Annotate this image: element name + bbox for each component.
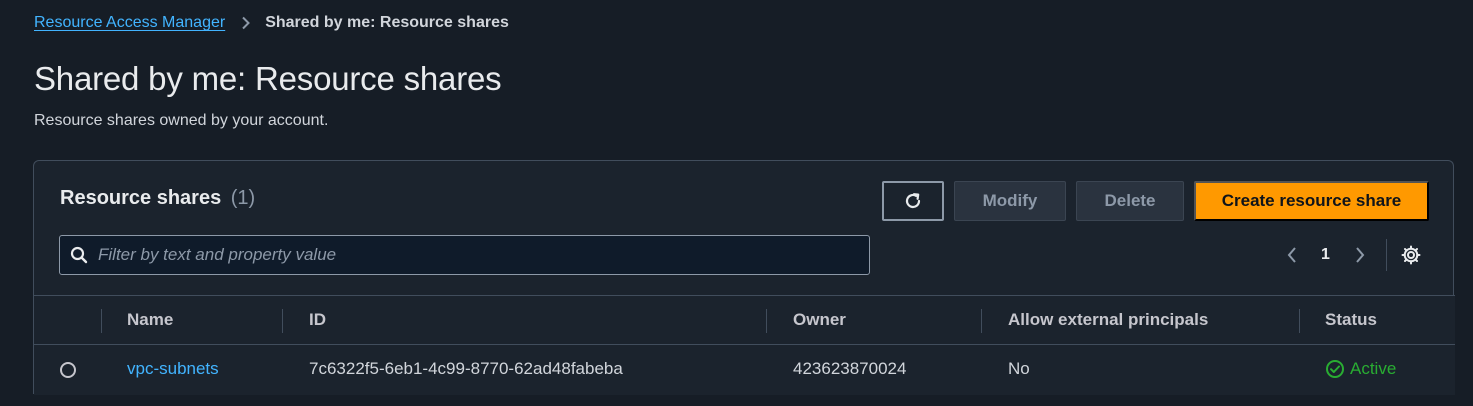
table-row[interactable]: vpc-subnets 7c6322f5-6eb1-4c99-8770-62ad… (34, 345, 1455, 395)
column-divider (282, 309, 283, 333)
column-divider (101, 309, 102, 333)
filter-search-box (59, 235, 870, 275)
column-header-name[interactable]: Name (127, 296, 173, 344)
modify-button[interactable]: Modify (954, 181, 1066, 221)
breadcrumb-link-resource-access-manager[interactable]: Resource Access Manager (34, 14, 225, 32)
delete-button[interactable]: Delete (1076, 181, 1184, 221)
panel-heading-label: Resource shares (60, 187, 222, 209)
previous-page-button[interactable] (1286, 235, 1298, 275)
chevron-left-icon (1286, 246, 1298, 264)
gear-icon (1400, 244, 1422, 266)
chevron-right-icon (1354, 246, 1366, 264)
search-icon (70, 246, 88, 264)
refresh-button[interactable] (882, 181, 944, 221)
pagination-divider (1386, 239, 1387, 271)
resource-share-name-link[interactable]: vpc-subnets (127, 345, 219, 393)
page-title: Shared by me: Resource shares (34, 60, 502, 97)
column-divider (981, 309, 982, 333)
row-select-radio[interactable] (60, 362, 76, 378)
resource-shares-panel: Resource shares (1) Modify Delete Create… (33, 160, 1455, 395)
page-description: Resource shares owned by your account. (34, 112, 329, 129)
resource-share-allow-external: No (1008, 359, 1030, 378)
panel-count: (1) (230, 187, 256, 209)
panel-heading: Resource shares (1) (60, 187, 255, 210)
breadcrumb: Resource Access Manager Shared by me: Re… (34, 12, 509, 34)
resource-share-owner: 423623870024 (793, 359, 907, 378)
current-page-number[interactable]: 1 (1321, 235, 1330, 275)
create-resource-share-button[interactable]: Create resource share (1194, 181, 1429, 221)
breadcrumb-current: Shared by me: Resource shares (265, 14, 509, 31)
check-circle-icon (1325, 359, 1345, 379)
status-badge: Active (1325, 345, 1396, 393)
column-header-allow-external[interactable]: Allow external principals (1008, 296, 1208, 344)
table-header: Name ID Owner Allow external principals … (34, 295, 1455, 345)
filter-input[interactable] (98, 245, 869, 265)
table-preferences-button[interactable] (1400, 235, 1422, 275)
chevron-right-icon (241, 16, 251, 30)
column-divider (766, 309, 767, 333)
column-header-owner[interactable]: Owner (793, 296, 846, 344)
column-divider (1299, 309, 1300, 333)
column-header-id[interactable]: ID (309, 296, 326, 344)
status-label: Active (1350, 359, 1397, 378)
resource-share-id: 7c6322f5-6eb1-4c99-8770-62ad48fabeba (309, 359, 623, 378)
refresh-icon (903, 191, 923, 211)
next-page-button[interactable] (1354, 235, 1366, 275)
column-header-status[interactable]: Status (1325, 296, 1377, 344)
